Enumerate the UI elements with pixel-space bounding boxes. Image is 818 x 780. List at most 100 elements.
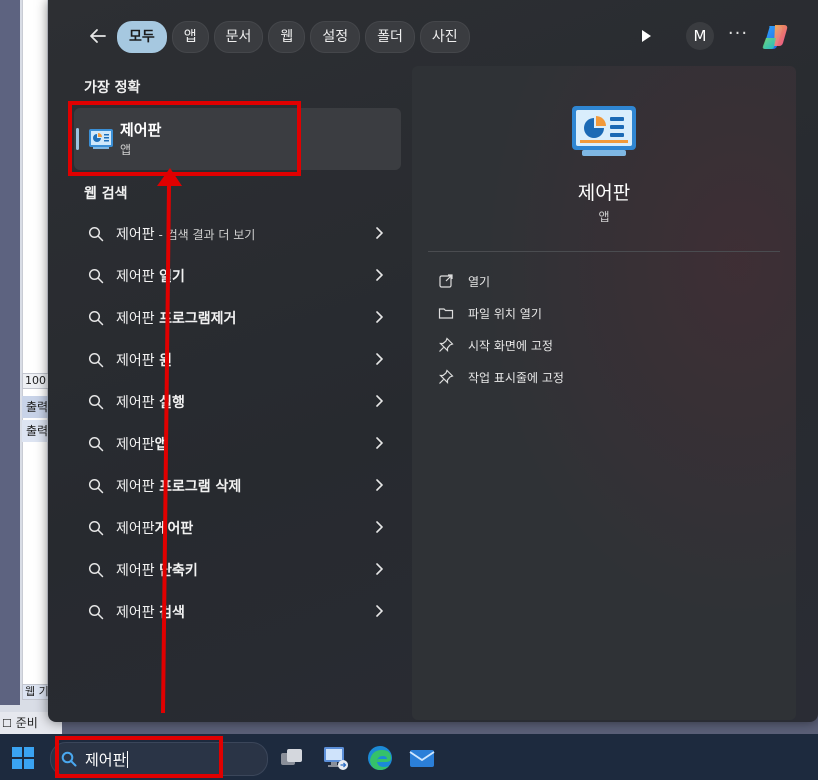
query-suggestion: 검색 bbox=[159, 605, 185, 621]
status-ready-text: 준비 bbox=[15, 716, 38, 730]
chevron-right-icon bbox=[376, 437, 383, 449]
web-search-item[interactable]: 제어판 단축키 bbox=[74, 549, 401, 591]
web-search-query: 제어판 실행 bbox=[116, 392, 185, 412]
preview-app-title: 제어판 bbox=[577, 182, 631, 204]
chevron-right-icon bbox=[376, 479, 383, 491]
search-filter-bar: 모두 앱 문서 웹 설정 폴더 사진 M ··· bbox=[48, 18, 818, 54]
search-icon bbox=[61, 751, 77, 767]
search-icon bbox=[88, 520, 104, 536]
windows-start-icon[interactable] bbox=[12, 747, 34, 769]
chevron-right-icon bbox=[376, 227, 383, 239]
background-app-left-strip bbox=[0, 0, 20, 705]
web-search-item[interactable]: 제어판 프로그램제거 bbox=[74, 297, 401, 339]
query-suggestion: 프로그램제거 bbox=[159, 311, 237, 327]
task-view-icon[interactable] bbox=[278, 744, 306, 772]
action-pin-to-taskbar-label: 작업 표시줄에 고정 bbox=[468, 371, 564, 385]
chevron-right-icon bbox=[376, 269, 383, 281]
query-text: 제어판 bbox=[116, 605, 160, 621]
query-text: 제어판 bbox=[116, 395, 160, 411]
web-search-item[interactable]: 제어판 열기 bbox=[74, 255, 401, 297]
web-search-item[interactable]: 제어판 검색 bbox=[74, 591, 401, 633]
filter-chip-photos[interactable]: 사진 bbox=[419, 21, 470, 53]
query-text: 제어판 bbox=[116, 353, 160, 369]
action-open-label: 열기 bbox=[468, 275, 491, 289]
query-text: 제어판 bbox=[116, 563, 160, 579]
query-suggestion: 윈 bbox=[159, 353, 172, 369]
selection-indicator bbox=[76, 128, 79, 150]
query-suggestion: 앱 bbox=[154, 437, 168, 453]
background-app-sheet-area bbox=[22, 0, 47, 700]
back-button[interactable] bbox=[84, 22, 112, 50]
filter-chip-apps[interactable]: 앱 bbox=[171, 21, 209, 53]
background-output-row: 출력 bbox=[22, 420, 50, 442]
chevron-right-icon bbox=[376, 605, 383, 617]
chevron-right-icon bbox=[376, 563, 383, 575]
more-options-button[interactable]: ··· bbox=[726, 22, 750, 50]
background-output-row: 출력 bbox=[22, 396, 50, 418]
search-panel: 모두 앱 문서 웹 설정 폴더 사진 M ··· 가장 정확 제어판 앱 웹 검… bbox=[48, 0, 818, 722]
preview-pane: 제어판 앱 열기 파일 위치 열기 시작 화면에 고정 작업 표시줄에 고정 bbox=[412, 66, 796, 720]
query-suggestion: 열기 bbox=[159, 269, 185, 285]
action-open-file-location-label: 파일 위치 열기 bbox=[468, 307, 542, 321]
text-caret bbox=[127, 751, 129, 768]
query-text: 제어판 bbox=[116, 311, 160, 327]
search-icon bbox=[88, 268, 104, 284]
back-arrow-icon bbox=[90, 29, 106, 43]
preview-divider bbox=[428, 251, 780, 252]
web-search-query: 제어판 - 검색 결과 더 보기 bbox=[116, 224, 255, 244]
web-search-item[interactable]: 제어판 실행 bbox=[74, 381, 401, 423]
results-column: 가장 정확 제어판 앱 웹 검색 제어판 - 검색 결과 더 보기 제어판 열기 제 bbox=[70, 66, 406, 716]
query-suggestion: 프로그램 삭제 bbox=[159, 479, 242, 495]
search-icon bbox=[88, 394, 104, 410]
background-sheet-tab: 웹 기 bbox=[22, 684, 50, 700]
web-search-item[interactable]: 제어판 윈 bbox=[74, 339, 401, 381]
search-icon bbox=[88, 478, 104, 494]
action-pin-to-start-label: 시작 화면에 고정 bbox=[468, 339, 553, 353]
web-search-item[interactable]: 제어판 프로그램 삭제 bbox=[74, 465, 401, 507]
query-text: 제어판 bbox=[116, 227, 155, 243]
filter-chip-web[interactable]: 웹 bbox=[268, 21, 306, 53]
copilot-icon[interactable] bbox=[760, 20, 794, 54]
web-search-query: 제어판게어판 bbox=[116, 518, 193, 538]
filter-chip-folders[interactable]: 폴더 bbox=[365, 21, 415, 53]
query-suggestion: 게어판 bbox=[154, 521, 194, 537]
background-zoom-cell: 100 % bbox=[22, 373, 50, 389]
query-text: 제어판 bbox=[116, 437, 155, 453]
best-match-name: 제어판 bbox=[120, 121, 162, 139]
control-panel-icon bbox=[572, 106, 636, 158]
status-icon: ☐ bbox=[2, 717, 12, 730]
search-icon bbox=[88, 604, 104, 620]
search-icon bbox=[88, 226, 104, 242]
taskbar-search-input[interactable]: 제어판 bbox=[50, 742, 268, 776]
filter-chip-all[interactable]: 모두 bbox=[117, 21, 167, 53]
web-search-item[interactable]: 제어판앱 bbox=[74, 423, 401, 465]
query-suggestion: 실행 bbox=[159, 395, 185, 411]
chevron-right-icon bbox=[376, 311, 383, 323]
search-icon bbox=[88, 310, 104, 326]
best-match-heading: 가장 정확 bbox=[84, 80, 141, 96]
filter-chip-documents[interactable]: 문서 bbox=[213, 21, 264, 53]
remote-desktop-icon[interactable] bbox=[322, 744, 350, 772]
web-search-query: 제어판 열기 bbox=[116, 266, 185, 286]
web-search-heading: 웹 검색 bbox=[84, 186, 128, 202]
filter-chips: 모두 앱 문서 웹 설정 폴더 사진 bbox=[117, 21, 470, 53]
control-panel-icon bbox=[88, 126, 114, 152]
chevron-right-icon bbox=[376, 395, 383, 407]
web-search-item[interactable]: 제어판 - 검색 결과 더 보기 bbox=[74, 213, 401, 255]
play-icon[interactable] bbox=[636, 26, 656, 46]
web-search-item[interactable]: 제어판게어판 bbox=[74, 507, 401, 549]
pin-icon bbox=[439, 337, 454, 352]
web-search-query: 제어판 프로그램 삭제 bbox=[116, 476, 241, 496]
web-search-query: 제어판앱 bbox=[116, 434, 168, 454]
query-text: 제어판 bbox=[116, 269, 160, 285]
best-match-type: 앱 bbox=[120, 143, 132, 157]
mail-icon[interactable] bbox=[408, 744, 436, 772]
account-avatar[interactable]: M bbox=[686, 22, 714, 50]
taskbar-search-query: 제어판 bbox=[85, 751, 129, 769]
chevron-right-icon bbox=[376, 521, 383, 533]
folder-icon bbox=[438, 308, 454, 319]
web-search-list: 제어판 - 검색 결과 더 보기 제어판 열기 제어판 프로그램제거 제어판 윈 제어판… bbox=[74, 213, 401, 633]
edge-browser-icon[interactable] bbox=[366, 744, 394, 772]
best-match-result[interactable]: 제어판 앱 bbox=[74, 108, 401, 170]
filter-chip-settings[interactable]: 설정 bbox=[310, 21, 361, 53]
